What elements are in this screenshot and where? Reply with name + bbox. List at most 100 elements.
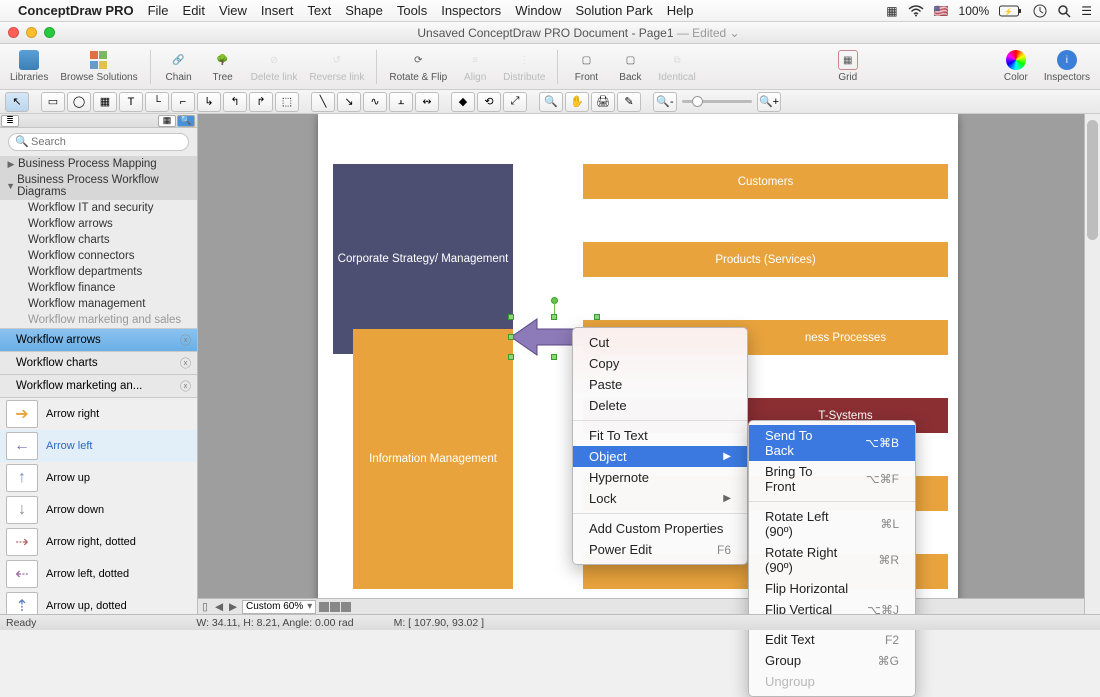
sub-rotate-right[interactable]: Rotate Right (90º)⌘R bbox=[749, 542, 915, 578]
scroll-next-icon[interactable]: ▶ bbox=[226, 601, 240, 613]
tree-button[interactable]: 🌳Tree bbox=[203, 46, 243, 88]
shape-arrow-down[interactable]: ↓Arrow down bbox=[0, 494, 197, 526]
clock-icon[interactable] bbox=[1033, 4, 1047, 18]
grid-button[interactable]: ▦Grid bbox=[828, 46, 868, 88]
curve-tool[interactable]: ∿ bbox=[363, 92, 387, 112]
sub-send-to-back[interactable]: Send To Back⌥⌘B bbox=[749, 425, 915, 461]
tree-sub-4[interactable]: Workflow departments bbox=[0, 264, 197, 280]
crop-tool[interactable]: ⬚ bbox=[275, 92, 299, 112]
menu-inspectors[interactable]: Inspectors bbox=[441, 3, 501, 18]
text-tool[interactable]: T bbox=[119, 92, 143, 112]
scroll-thumb-icon[interactable]: ▯ bbox=[198, 601, 212, 613]
ctx-copy[interactable]: Copy bbox=[573, 353, 747, 374]
block-info-management[interactable]: Information Management bbox=[353, 329, 513, 589]
thumbnails-btn[interactable]: ▦ bbox=[158, 115, 176, 127]
tree-sub-5[interactable]: Workflow finance bbox=[0, 280, 197, 296]
scroll-prev-icon[interactable]: ◀ bbox=[212, 601, 226, 613]
print-tool[interactable]: 🖨 bbox=[591, 92, 615, 112]
scale-tool[interactable]: ⤢ bbox=[503, 92, 527, 112]
tree-sub-0[interactable]: Workflow IT and security bbox=[0, 200, 197, 216]
pointer-tool[interactable]: ↖ bbox=[5, 92, 29, 112]
arrow-tool[interactable]: ↘ bbox=[337, 92, 361, 112]
sub-group[interactable]: Group⌘G bbox=[749, 650, 915, 671]
ctx-paste[interactable]: Paste bbox=[573, 374, 747, 395]
title-dropdown-icon[interactable]: ⌄ bbox=[730, 26, 740, 40]
page-tab-3[interactable] bbox=[341, 602, 351, 612]
shape-arrow-up[interactable]: ↑Arrow up bbox=[0, 462, 197, 494]
menu-window[interactable]: Window bbox=[515, 3, 561, 18]
line-tool[interactable]: ╲ bbox=[311, 92, 335, 112]
tab-close-icon[interactable]: ⓧ bbox=[180, 378, 191, 394]
close-button[interactable] bbox=[8, 27, 19, 38]
pen-tool[interactable]: ✎ bbox=[617, 92, 641, 112]
block-corporate-strategy[interactable]: Corporate Strategy/ Management bbox=[333, 164, 513, 354]
tree-item-bpwd[interactable]: ▼Business Process Workflow Diagrams bbox=[0, 172, 197, 200]
ctx-lock[interactable]: Lock▶ bbox=[573, 488, 747, 509]
shape-arrow-right[interactable]: ➔Arrow right bbox=[0, 398, 197, 430]
resize-handle[interactable] bbox=[551, 314, 557, 320]
connector-tool-3[interactable]: ↳ bbox=[197, 92, 221, 112]
vscroll-thumb[interactable] bbox=[1087, 120, 1098, 240]
sub-flip-horizontal[interactable]: Flip Horizontal bbox=[749, 578, 915, 599]
front-button[interactable]: ▢Front bbox=[566, 46, 606, 88]
connector-tool-4[interactable]: ↰ bbox=[223, 92, 247, 112]
inspectors-button[interactable]: iInspectors bbox=[1040, 46, 1094, 88]
page-tab-1[interactable] bbox=[319, 602, 329, 612]
page-tab-2[interactable] bbox=[330, 602, 340, 612]
block-products[interactable]: Products (Services) bbox=[583, 242, 948, 277]
resize-handle[interactable] bbox=[508, 354, 514, 360]
search-toggle-btn[interactable]: 🔍 bbox=[177, 115, 195, 127]
libraries-button[interactable]: Libraries bbox=[6, 46, 52, 88]
tree-item-bpm[interactable]: ▶Business Process Mapping bbox=[0, 156, 197, 172]
menu-insert[interactable]: Insert bbox=[261, 3, 294, 18]
menuextra-icon[interactable]: ▦ bbox=[886, 4, 897, 18]
rotate-tool[interactable]: ⟲ bbox=[477, 92, 501, 112]
minimize-button[interactable] bbox=[26, 27, 37, 38]
tree-sub-7[interactable]: Workflow marketing and sales bbox=[0, 312, 197, 328]
menu-text[interactable]: Text bbox=[307, 3, 331, 18]
zoom-slider[interactable] bbox=[682, 100, 752, 103]
pan-tool[interactable]: ✋ bbox=[565, 92, 589, 112]
menu-solutionpark[interactable]: Solution Park bbox=[575, 3, 652, 18]
zoom-in-tool[interactable]: 🔍 bbox=[539, 92, 563, 112]
battery-icon[interactable]: ⚡ bbox=[999, 5, 1023, 17]
menu-shape[interactable]: Shape bbox=[345, 3, 383, 18]
polyline-tool[interactable]: ⫠ bbox=[389, 92, 413, 112]
ctx-power-edit[interactable]: Power EditF6 bbox=[573, 539, 747, 560]
shape-arrow-left[interactable]: ←Arrow left bbox=[0, 430, 197, 462]
sub-rotate-left[interactable]: Rotate Left (90º)⌘L bbox=[749, 506, 915, 542]
shape-arrow-right-dotted[interactable]: ⇢Arrow right, dotted bbox=[0, 526, 197, 558]
sidebar-top-btn-1[interactable]: ≣ bbox=[1, 115, 19, 127]
zoom-in-btn[interactable]: 🔍+ bbox=[757, 92, 781, 112]
tree-sub-2[interactable]: Workflow charts bbox=[0, 232, 197, 248]
grid-tool[interactable]: ▦ bbox=[93, 92, 117, 112]
chain-button[interactable]: 🔗Chain bbox=[159, 46, 199, 88]
tree-sub-3[interactable]: Workflow connectors bbox=[0, 248, 197, 264]
shape-arrow-left-dotted[interactable]: ⇠Arrow left, dotted bbox=[0, 558, 197, 590]
app-name[interactable]: ConceptDraw PRO bbox=[18, 3, 134, 18]
tree-sub-1[interactable]: Workflow arrows bbox=[0, 216, 197, 232]
search-input[interactable] bbox=[8, 133, 189, 151]
connector-tool-5[interactable]: ↱ bbox=[249, 92, 273, 112]
notifications-icon[interactable]: ☰ bbox=[1081, 4, 1092, 18]
tree-sub-6[interactable]: Workflow management bbox=[0, 296, 197, 312]
tab-close-icon[interactable]: ⓧ bbox=[180, 355, 191, 371]
ctx-add-custom-properties[interactable]: Add Custom Properties bbox=[573, 518, 747, 539]
connector-tool-1[interactable]: └ bbox=[145, 92, 169, 112]
color-button[interactable]: Color bbox=[996, 46, 1036, 88]
menu-edit[interactable]: Edit bbox=[183, 3, 205, 18]
ctx-delete[interactable]: Delete bbox=[573, 395, 747, 416]
ctx-fit-to-text[interactable]: Fit To Text bbox=[573, 425, 747, 446]
edit-nodes-tool[interactable]: ◆ bbox=[451, 92, 475, 112]
connector-tool-2[interactable]: ⌐ bbox=[171, 92, 195, 112]
back-button[interactable]: ▢Back bbox=[610, 46, 650, 88]
menu-file[interactable]: File bbox=[148, 3, 169, 18]
ctx-object[interactable]: Object▶ bbox=[573, 446, 747, 467]
spline-tool[interactable]: ↭ bbox=[415, 92, 439, 112]
hscroll-bar[interactable]: ▯ ◀ ▶ Custom 60%▾ bbox=[198, 598, 1084, 614]
resize-handle[interactable] bbox=[551, 354, 557, 360]
resize-handle[interactable] bbox=[594, 314, 600, 320]
zoom-button[interactable] bbox=[44, 27, 55, 38]
tab-workflow-arrows[interactable]: Workflow arrowsⓧ bbox=[0, 328, 197, 351]
ctx-hypernote[interactable]: Hypernote bbox=[573, 467, 747, 488]
